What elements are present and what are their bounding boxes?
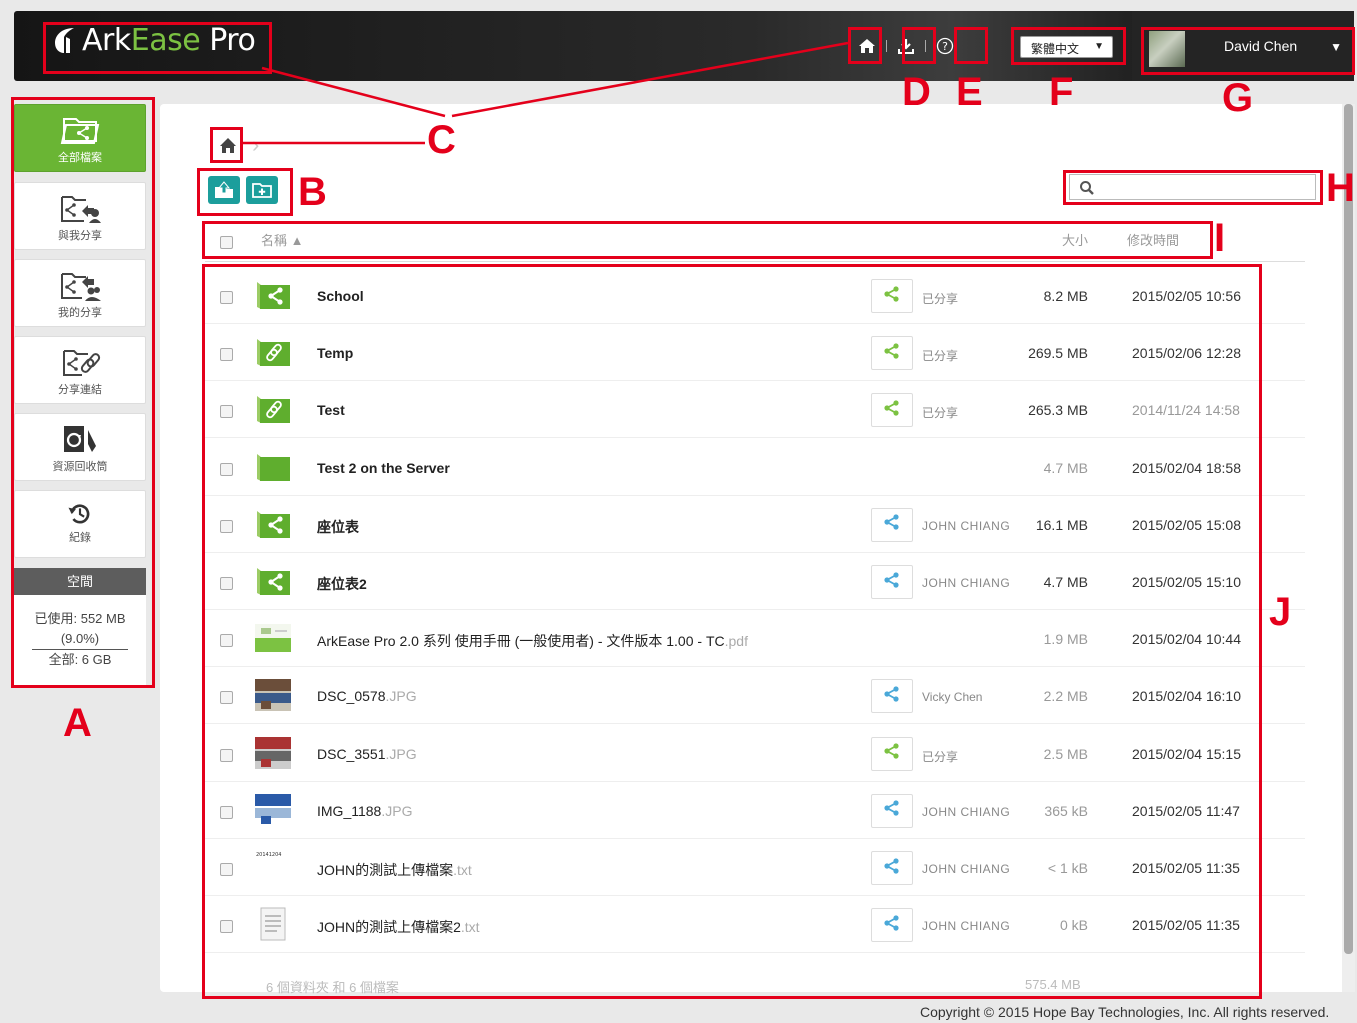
scrollbar-thumb[interactable] bbox=[1344, 104, 1353, 954]
annotation-box-b bbox=[197, 168, 293, 216]
annotation-box-logo bbox=[43, 22, 272, 74]
annotation-label-f: F bbox=[1049, 70, 1074, 114]
annotation-box-breadcrumb bbox=[210, 127, 243, 163]
annotation-box-e bbox=[954, 27, 988, 64]
footer-copyright: Copyright © 2015 Hope Bay Technologies, … bbox=[920, 1004, 1330, 1020]
annotation-box-g bbox=[1141, 27, 1355, 75]
breadcrumb-separator: › bbox=[252, 132, 260, 157]
annotation-label-d: D bbox=[902, 70, 931, 114]
annotation-label-h: H bbox=[1326, 166, 1355, 210]
annotation-box-a bbox=[11, 97, 155, 688]
annotation-label-e: E bbox=[956, 70, 983, 114]
annotation-box-home bbox=[848, 27, 882, 64]
annotation-label-g: G bbox=[1222, 76, 1254, 120]
svg-text:?: ? bbox=[942, 40, 948, 53]
annotation-label-c: C bbox=[427, 118, 456, 162]
header-separator bbox=[886, 40, 887, 52]
annotation-label-j: J bbox=[1269, 590, 1292, 634]
annotation-box-h bbox=[1063, 170, 1323, 205]
annotation-box-d bbox=[902, 27, 936, 64]
annotation-box-i bbox=[202, 221, 1213, 259]
annotation-box-j bbox=[202, 264, 1262, 999]
scrollbar[interactable] bbox=[1342, 104, 1355, 992]
annotation-label-b: B bbox=[298, 170, 327, 214]
annotation-label-i: I bbox=[1214, 216, 1226, 260]
annotation-label-a: A bbox=[63, 701, 92, 745]
annotation-box-f bbox=[1011, 27, 1126, 65]
